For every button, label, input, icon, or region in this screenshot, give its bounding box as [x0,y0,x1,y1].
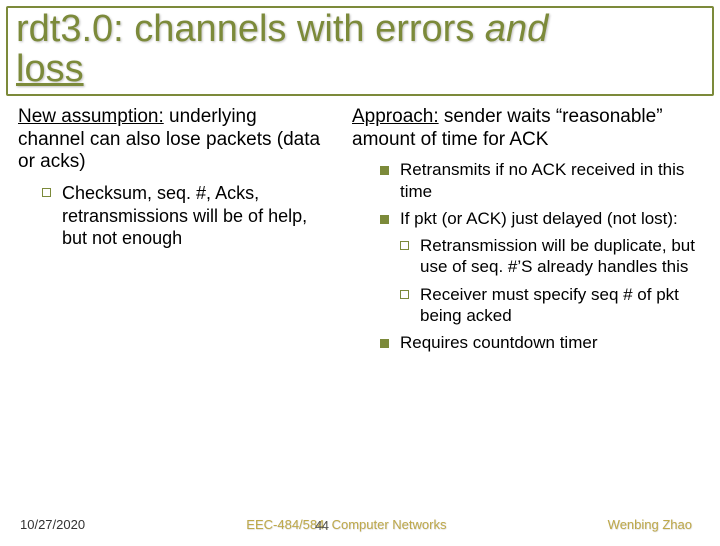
right-bullet-2a-text: Retransmission will be duplicate, but us… [420,235,706,278]
right-bullet-2-text: If pkt (or ACK) just delayed (not lost): [400,208,678,229]
bullet-open-icon [400,284,410,327]
right-bullet-1-text: Retransmits if no ACK received in this t… [400,159,706,202]
title-prefix: rdt3.0: channels with errors [16,8,485,50]
assumption-paragraph: New assumption: underlying channel can a… [18,106,328,174]
content-columns: New assumption: underlying channel can a… [0,106,720,360]
footer-author: Wenbing Zhao [608,517,692,532]
footer: 10/27/2020 EEC-484/584: Computer Network… [0,517,720,532]
title-loss: loss [16,48,84,90]
left-bullet-1-text: Checksum, seq. #, Acks, retransmissions … [62,182,328,250]
right-bullet-3: Requires countdown timer [352,332,706,353]
title-container: rdt3.0: channels with errors and loss [6,6,714,96]
bullet-solid-icon [380,332,390,353]
bullet-open-icon [400,235,410,278]
right-column: Approach: sender waits “reasonable” amou… [352,106,706,360]
right-bullet-2b: Receiver must specify seq # of pkt being… [352,284,706,327]
page-number: 44 [315,518,328,533]
left-column: New assumption: underlying channel can a… [18,106,328,360]
right-bullet-3-text: Requires countdown timer [400,332,597,353]
right-bullet-1: Retransmits if no ACK received in this t… [352,159,706,202]
approach-paragraph: Approach: sender waits “reasonable” amou… [352,106,706,152]
approach-label: Approach: [352,106,439,127]
title-and: and [485,8,548,50]
left-bullet-1: Checksum, seq. #, Acks, retransmissions … [18,182,328,250]
right-bullet-2: If pkt (or ACK) just delayed (not lost): [352,208,706,229]
footer-course: EEC-484/584: Computer Networks [246,517,446,532]
slide-title: rdt3.0: channels with errors and loss [16,10,704,90]
bullet-open-icon [42,182,52,250]
bullet-solid-icon [380,208,390,229]
bullet-solid-icon [380,159,390,202]
footer-date: 10/27/2020 [20,517,85,532]
assumption-label: New assumption: [18,106,164,127]
right-bullet-2b-text: Receiver must specify seq # of pkt being… [420,284,706,327]
right-bullet-2a: Retransmission will be duplicate, but us… [352,235,706,278]
